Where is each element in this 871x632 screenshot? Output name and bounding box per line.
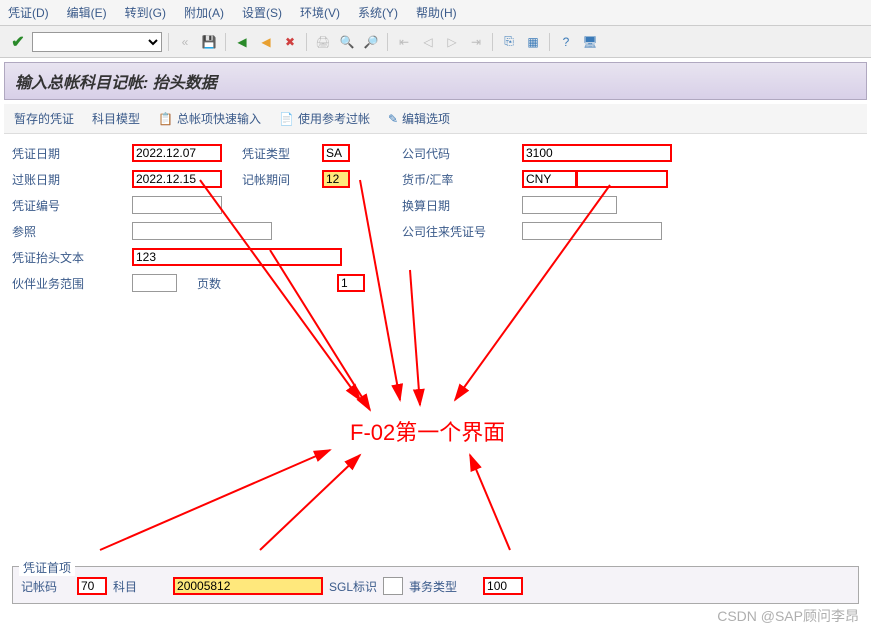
first-page-icon[interactable]: ⇤ bbox=[394, 32, 414, 52]
sub-toolbar: 暂存的凭证 科目模型 📋总帐项快速输入 📄使用参考过帐 ✎编辑选项 bbox=[4, 104, 867, 134]
reference-input[interactable] bbox=[132, 222, 272, 240]
separator bbox=[168, 33, 169, 51]
page-title: 输入总帐科目记帐: 抬头数据 bbox=[15, 75, 217, 92]
gui-config-icon[interactable]: 🖥 bbox=[580, 32, 600, 52]
group-title: 凭证首项 bbox=[19, 559, 75, 576]
nav-exit-icon[interactable]: ◀ bbox=[256, 32, 276, 52]
saved-voucher-link[interactable]: 暂存的凭证 bbox=[14, 110, 74, 127]
sgl-input[interactable] bbox=[383, 577, 403, 595]
back-icon[interactable]: « bbox=[175, 32, 195, 52]
currency-input[interactable] bbox=[522, 170, 577, 188]
trans-type-label: 事务类型 bbox=[409, 578, 457, 595]
voucher-date-input[interactable] bbox=[132, 144, 222, 162]
prev-page-icon[interactable]: ◁ bbox=[418, 32, 438, 52]
pages-label: 页数 bbox=[197, 275, 277, 292]
menu-goto[interactable]: 转到(G) bbox=[125, 4, 166, 21]
menu-system[interactable]: 系统(Y) bbox=[358, 4, 398, 21]
title-bar: 输入总帐科目记帐: 抬头数据 bbox=[4, 62, 867, 100]
use-ref-link[interactable]: 📄使用参考过帐 bbox=[279, 110, 370, 127]
layout-icon[interactable]: ▦ bbox=[523, 32, 543, 52]
separator bbox=[306, 33, 307, 51]
separator bbox=[549, 33, 550, 51]
posting-key-label: 记帐码 bbox=[21, 578, 71, 595]
header-text-input[interactable] bbox=[132, 248, 342, 266]
menu-help[interactable]: 帮助(H) bbox=[416, 4, 457, 21]
separator bbox=[387, 33, 388, 51]
pages-input[interactable] bbox=[337, 274, 365, 292]
menu-bar: 凭证(D) 编辑(E) 转到(G) 附加(A) 设置(S) 环境(V) 系统(Y… bbox=[0, 0, 871, 26]
edit-options-link[interactable]: ✎编辑选项 bbox=[388, 110, 450, 127]
save-icon[interactable]: 💾 bbox=[199, 32, 219, 52]
period-label: 记帐期间 bbox=[242, 171, 322, 188]
partner-seg-input[interactable] bbox=[132, 274, 177, 292]
nav-back-icon[interactable]: ◀ bbox=[232, 32, 252, 52]
menu-edit[interactable]: 编辑(E) bbox=[67, 4, 107, 21]
voucher-type-label: 凭证类型 bbox=[242, 145, 322, 162]
nav-cancel-icon[interactable]: ✖ bbox=[280, 32, 300, 52]
company-code-input[interactable] bbox=[522, 144, 672, 162]
menu-voucher[interactable]: 凭证(D) bbox=[8, 4, 49, 21]
find-next-icon[interactable]: 🔎 bbox=[361, 32, 381, 52]
toolbar: ✔ « 💾 ◀ ◀ ✖ 🖨 🔍 🔎 ⇤ ◁ ▷ ⇥ ⎘ ▦ ? 🖥 bbox=[0, 26, 871, 58]
menu-settings[interactable]: 设置(S) bbox=[242, 4, 282, 21]
form-area: 凭证日期 凭证类型 公司代码 过账日期 记帐期间 货币/汇率 凭证编号 换算日期 bbox=[0, 134, 871, 306]
print-icon[interactable]: 🖨 bbox=[313, 32, 333, 52]
currency-rate-input[interactable] bbox=[576, 170, 668, 188]
posting-key-input[interactable] bbox=[77, 577, 107, 595]
voucher-type-input[interactable] bbox=[322, 144, 350, 162]
sgl-label: SGL标识 bbox=[329, 578, 377, 595]
ok-icon[interactable]: ✔ bbox=[8, 32, 28, 52]
command-dropdown[interactable] bbox=[32, 32, 162, 52]
intercompany-input[interactable] bbox=[522, 222, 662, 240]
posting-date-input[interactable] bbox=[132, 170, 222, 188]
trans-date-label: 换算日期 bbox=[402, 197, 522, 214]
period-input[interactable] bbox=[322, 170, 350, 188]
trans-type-input[interactable] bbox=[483, 577, 523, 595]
partner-seg-label: 伙伴业务范围 bbox=[12, 275, 132, 292]
footer-group: 凭证首项 记帐码 科目 SGL标识 事务类型 bbox=[12, 566, 859, 604]
account-label: 科目 bbox=[113, 578, 137, 595]
currency-label: 货币/汇率 bbox=[402, 171, 522, 188]
find-icon[interactable]: 🔍 bbox=[337, 32, 357, 52]
next-page-icon[interactable]: ▷ bbox=[442, 32, 462, 52]
separator bbox=[225, 33, 226, 51]
reference-label: 参照 bbox=[12, 223, 132, 240]
fast-entry-link[interactable]: 📋总帐项快速输入 bbox=[158, 110, 261, 127]
account-model-link[interactable]: 科目模型 bbox=[92, 110, 140, 127]
menu-env[interactable]: 环境(V) bbox=[300, 4, 340, 21]
company-code-label: 公司代码 bbox=[402, 145, 522, 162]
separator bbox=[492, 33, 493, 51]
last-page-icon[interactable]: ⇥ bbox=[466, 32, 486, 52]
voucher-no-input[interactable] bbox=[132, 196, 222, 214]
voucher-date-label: 凭证日期 bbox=[12, 145, 132, 162]
watermark: CSDN @SAP顾问李昂 bbox=[717, 606, 859, 626]
voucher-no-label: 凭证编号 bbox=[12, 197, 132, 214]
help-icon[interactable]: ? bbox=[556, 32, 576, 52]
trans-date-input[interactable] bbox=[522, 196, 617, 214]
intercompany-label: 公司往来凭证号 bbox=[402, 223, 522, 240]
posting-date-label: 过账日期 bbox=[12, 171, 132, 188]
account-input[interactable] bbox=[173, 577, 323, 595]
new-session-icon[interactable]: ⎘ bbox=[499, 32, 519, 52]
header-text-label: 凭证抬头文本 bbox=[12, 249, 132, 266]
menu-attach[interactable]: 附加(A) bbox=[184, 4, 224, 21]
